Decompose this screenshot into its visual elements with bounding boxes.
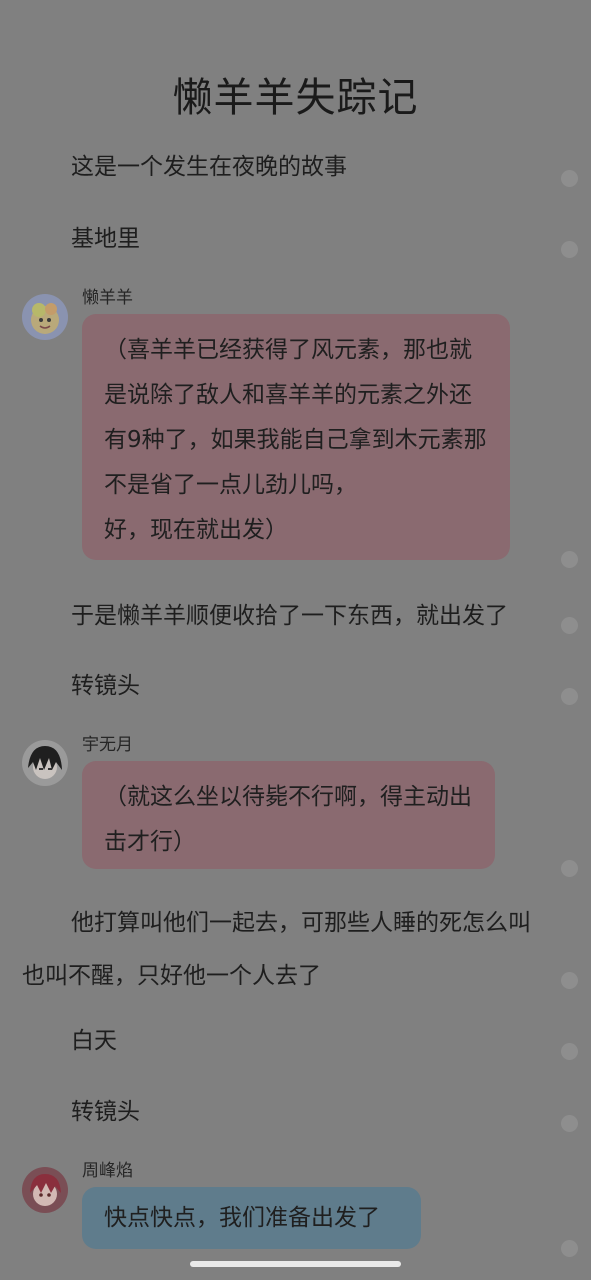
narration-line: 转镜头: [71, 673, 140, 699]
paragraph-comment-dot[interactable]: [561, 170, 578, 187]
narration-line: 转镜头: [71, 1099, 140, 1125]
home-indicator[interactable]: [190, 1261, 401, 1267]
story-title: 懒羊羊失踪记: [172, 75, 419, 121]
dialog-bubble[interactable]: 快点快点，我们准备出发了: [82, 1187, 421, 1249]
narration-line: 他打算叫他们一起去，可那些人睡的死怎么叫也叫不醒，只好他一个人去了: [22, 910, 531, 989]
paragraph-comment-dot[interactable]: [561, 1240, 578, 1257]
narration-line: 基地里: [71, 226, 140, 252]
paragraph-comment-dot[interactable]: [561, 551, 578, 568]
speaker-name: 周峰焰: [82, 1161, 133, 1181]
paragraph-comment-dot[interactable]: [561, 860, 578, 877]
paragraph-comment-dot[interactable]: [561, 972, 578, 989]
zhou-fengyan-avatar[interactable]: [22, 1167, 68, 1213]
lazy-sheep-avatar[interactable]: [22, 294, 68, 340]
paragraph-comment-dot[interactable]: [561, 1115, 578, 1132]
dialog-bubble[interactable]: （就这么坐以待毙不行啊，得主动出击才行）: [82, 761, 495, 869]
paragraph-comment-dot[interactable]: [561, 241, 578, 258]
narration-line: 这是一个发生在夜晚的故事: [71, 154, 347, 180]
paragraph-comment-dot[interactable]: [561, 688, 578, 705]
narration-line: 于是懒羊羊顺便收拾了一下东西，就出发了: [71, 603, 508, 629]
paragraph-comment-dot[interactable]: [561, 1043, 578, 1060]
yu-wuyue-avatar[interactable]: [22, 740, 68, 786]
speaker-name: 懒羊羊: [82, 288, 133, 308]
dialog-bubble[interactable]: （喜羊羊已经获得了风元素，那也就是说除了敌人和喜羊羊的元素之外还有9种了，如果我…: [82, 314, 510, 560]
narration-line: 白天: [71, 1028, 117, 1054]
paragraph-comment-dot[interactable]: [561, 617, 578, 634]
speaker-name: 宇无月: [82, 735, 133, 755]
